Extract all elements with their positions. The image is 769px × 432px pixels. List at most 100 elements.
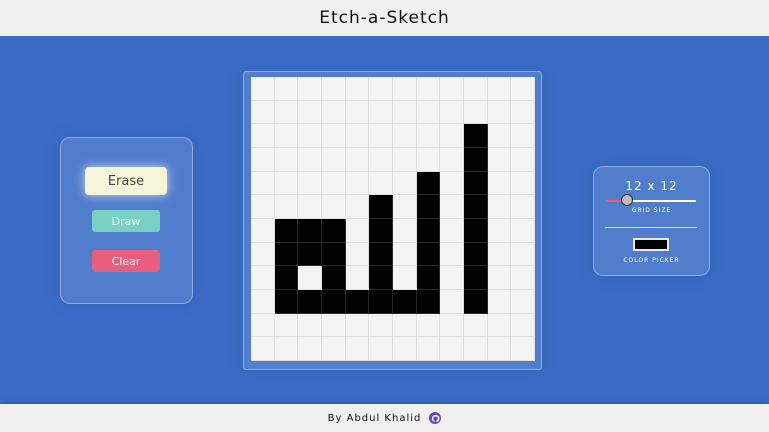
grid-cell[interactable] (463, 147, 488, 172)
grid-cell[interactable] (345, 337, 370, 361)
grid-cell[interactable] (274, 242, 299, 267)
github-icon[interactable] (429, 412, 442, 424)
grid-cell[interactable] (251, 266, 275, 290)
grid-cell[interactable] (345, 266, 370, 290)
grid-cell[interactable] (487, 313, 512, 338)
grid-cell[interactable] (487, 242, 512, 267)
grid-cell[interactable] (392, 124, 417, 148)
grid-cell[interactable] (274, 147, 299, 172)
grid-cell[interactable] (369, 77, 393, 101)
grid-cell[interactable] (487, 147, 512, 172)
grid-cell[interactable] (511, 337, 535, 361)
grid-cell[interactable] (321, 77, 346, 101)
grid-cell[interactable] (440, 171, 464, 196)
grid-cell[interactable] (298, 242, 322, 267)
grid-cell[interactable] (274, 100, 299, 125)
grid-cell[interactable] (440, 195, 464, 219)
grid-cell[interactable] (392, 147, 417, 172)
grid-cell[interactable] (487, 77, 512, 101)
grid-cell[interactable] (298, 147, 322, 172)
grid-cell[interactable] (440, 147, 464, 172)
grid-cell[interactable] (321, 218, 346, 243)
grid-cell[interactable] (251, 337, 275, 361)
grid-cell[interactable] (511, 195, 535, 219)
grid-cell[interactable] (440, 266, 464, 290)
grid-cell[interactable] (511, 171, 535, 196)
grid-cell[interactable] (345, 242, 370, 267)
grid-cell[interactable] (392, 77, 417, 101)
grid-cell[interactable] (251, 289, 275, 314)
grid-cell[interactable] (463, 218, 488, 243)
grid-cell[interactable] (369, 171, 393, 196)
grid-cell[interactable] (487, 218, 512, 243)
grid-cell[interactable] (251, 313, 275, 338)
grid-cell[interactable] (274, 313, 299, 338)
grid-cell[interactable] (392, 337, 417, 361)
grid-cell[interactable] (463, 124, 488, 148)
grid-cell[interactable] (298, 337, 322, 361)
grid-cell[interactable] (369, 313, 393, 338)
grid-cell[interactable] (321, 147, 346, 172)
grid-cell[interactable] (463, 266, 488, 290)
grid-cell[interactable] (511, 218, 535, 243)
draw-button[interactable]: Draw (92, 210, 160, 232)
grid-cell[interactable] (274, 337, 299, 361)
grid-cell[interactable] (321, 124, 346, 148)
grid-cell[interactable] (511, 147, 535, 172)
grid-cell[interactable] (345, 195, 370, 219)
grid-cell[interactable] (416, 218, 441, 243)
color-picker-swatch[interactable] (633, 238, 669, 251)
grid-cell[interactable] (440, 124, 464, 148)
grid-cell[interactable] (440, 313, 464, 338)
grid-cell[interactable] (345, 147, 370, 172)
grid-cell[interactable] (274, 218, 299, 243)
grid-cell[interactable] (321, 266, 346, 290)
grid-cell[interactable] (345, 124, 370, 148)
grid-cell[interactable] (298, 313, 322, 338)
grid-cell[interactable] (463, 313, 488, 338)
grid-cell[interactable] (274, 171, 299, 196)
grid-cell[interactable] (511, 313, 535, 338)
grid-cell[interactable] (392, 100, 417, 125)
grid-cell[interactable] (298, 77, 322, 101)
grid-cell[interactable] (463, 171, 488, 196)
grid-cell[interactable] (321, 313, 346, 338)
grid-cell[interactable] (369, 337, 393, 361)
grid-cell[interactable] (416, 171, 441, 196)
grid-cell[interactable] (298, 266, 322, 290)
grid-cell[interactable] (463, 100, 488, 125)
grid-cell[interactable] (345, 289, 370, 314)
grid-cell[interactable] (345, 100, 370, 125)
slider-thumb[interactable] (620, 194, 633, 206)
grid-cell[interactable] (369, 266, 393, 290)
grid-cell[interactable] (416, 124, 441, 148)
grid-cell[interactable] (440, 289, 464, 314)
grid-cell[interactable] (440, 218, 464, 243)
grid-cell[interactable] (321, 195, 346, 219)
grid-cell[interactable] (274, 195, 299, 219)
grid-cell[interactable] (511, 266, 535, 290)
grid-cell[interactable] (511, 77, 535, 101)
grid-cell[interactable] (251, 195, 275, 219)
grid-cell[interactable] (392, 266, 417, 290)
grid-cell[interactable] (369, 100, 393, 125)
grid-size-slider[interactable] (606, 194, 696, 206)
grid-cell[interactable] (345, 171, 370, 196)
grid-cell[interactable] (251, 147, 275, 172)
grid-cell[interactable] (274, 266, 299, 290)
grid-cell[interactable] (321, 242, 346, 267)
grid-cell[interactable] (416, 77, 441, 101)
grid-cell[interactable] (416, 337, 441, 361)
grid-cell[interactable] (274, 289, 299, 314)
grid-cell[interactable] (274, 124, 299, 148)
grid-cell[interactable] (440, 242, 464, 267)
grid-cell[interactable] (487, 100, 512, 125)
grid-cell[interactable] (487, 195, 512, 219)
grid-cell[interactable] (251, 77, 275, 101)
grid-cell[interactable] (416, 147, 441, 172)
grid-cell[interactable] (251, 124, 275, 148)
clear-button[interactable]: Clear (92, 250, 160, 272)
grid-cell[interactable] (369, 195, 393, 219)
grid-cell[interactable] (321, 289, 346, 314)
grid-cell[interactable] (369, 242, 393, 267)
